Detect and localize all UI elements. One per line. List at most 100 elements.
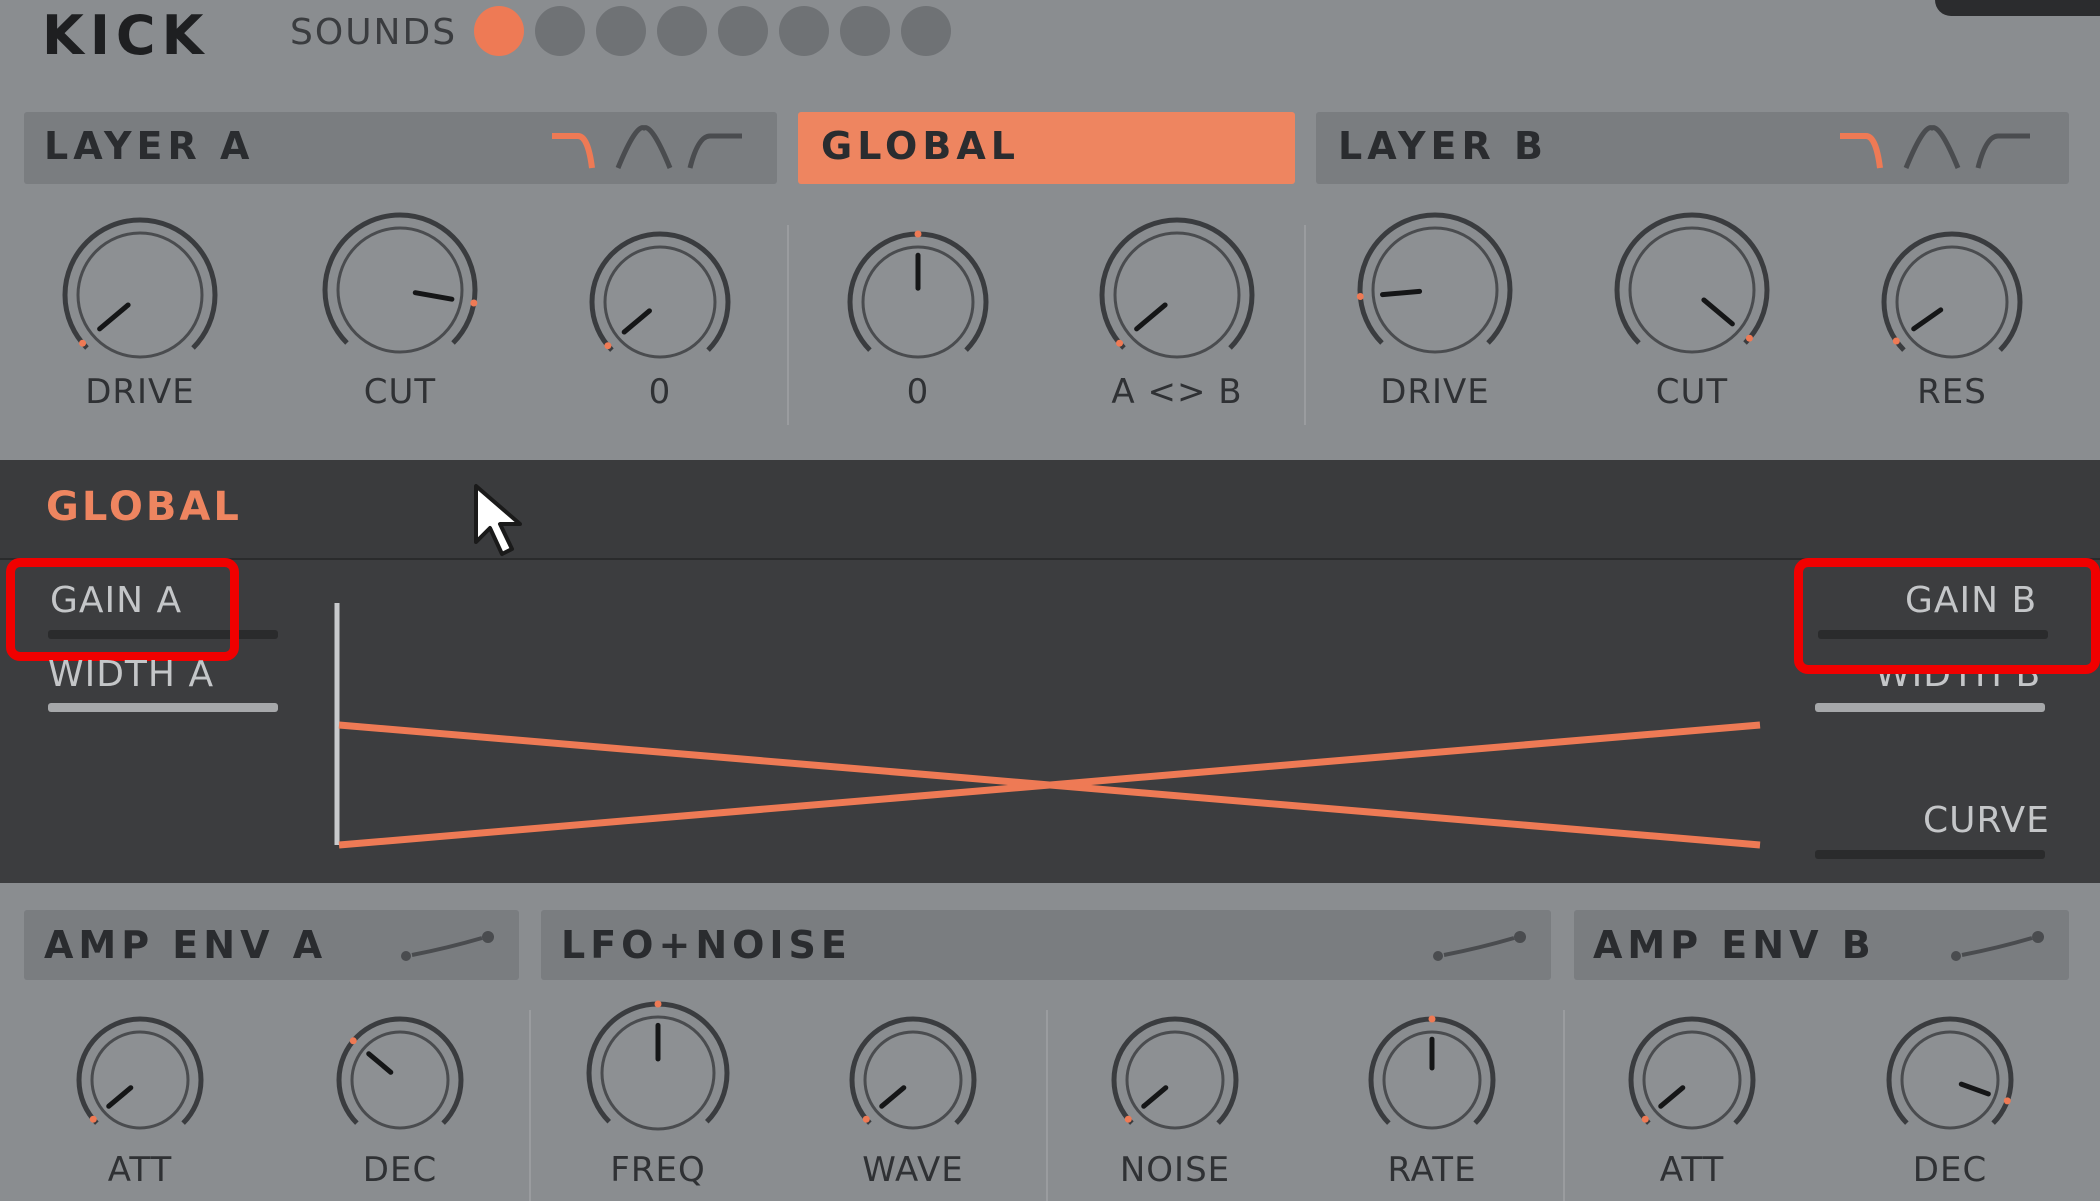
bottom-knob-7[interactable] xyxy=(1622,1010,1762,1150)
width-a-param[interactable]: WIDTH A xyxy=(48,654,214,695)
sound-slot-1[interactable] xyxy=(474,6,524,56)
top-knob-3[interactable] xyxy=(583,225,737,379)
bottom-knob-1[interactable] xyxy=(70,1010,210,1150)
sound-slot-8[interactable] xyxy=(901,6,951,56)
bottom-knob-1-label: ATT xyxy=(107,1150,173,1190)
divider xyxy=(1304,225,1306,425)
amp-env-a-label: AMP ENV A xyxy=(44,923,328,967)
top-knob-1[interactable] xyxy=(56,211,224,379)
knob-body xyxy=(1642,1030,1742,1130)
top-knob-4[interactable] xyxy=(841,225,995,379)
knob-body xyxy=(76,231,204,359)
layer-b-filter-icons xyxy=(1840,125,2030,169)
knob-body xyxy=(336,226,464,354)
bottom-knob-8[interactable] xyxy=(1880,1010,2020,1150)
top-knob-6[interactable] xyxy=(1351,206,1519,374)
highpass-icon[interactable] xyxy=(687,133,742,169)
envelope-curve-icon[interactable] xyxy=(1948,928,2048,968)
layer-a-label: LAYER A xyxy=(44,124,255,168)
bottom-knob-2-label: DEC xyxy=(362,1150,438,1190)
knob-value-marker xyxy=(1745,334,1753,342)
highpass-icon[interactable] xyxy=(1975,133,2030,169)
divider xyxy=(1563,1010,1565,1201)
gain-b-param-label: GAIN B xyxy=(1905,580,2038,621)
top-knob-3-label: 0 xyxy=(648,372,672,412)
top-knob-2[interactable] xyxy=(316,206,484,374)
sound-slot-4[interactable] xyxy=(657,6,707,56)
envelope-curve-icon[interactable] xyxy=(1430,928,1530,968)
lfo-noise-label: LFO+NOISE xyxy=(561,923,852,967)
knob-value-marker xyxy=(79,339,87,347)
top-knob-7-label: CUT xyxy=(1655,372,1729,412)
knob-value-marker xyxy=(654,1000,662,1008)
divider xyxy=(1046,1010,1048,1201)
bottom-knob-5[interactable] xyxy=(1105,1010,1245,1150)
mouse-cursor-icon xyxy=(474,484,522,556)
envelope-curve-icon[interactable] xyxy=(398,928,498,968)
layer-b-label: LAYER B xyxy=(1338,124,1548,168)
bottom-knob-8-label: DEC xyxy=(1912,1150,1988,1190)
top-knob-4-label: 0 xyxy=(906,372,930,412)
knob-value-marker xyxy=(914,230,922,238)
global-panel-title: GLOBAL xyxy=(46,484,242,530)
knob-body xyxy=(350,1030,450,1130)
sound-slot-2[interactable] xyxy=(535,6,585,56)
top-knob-8-label: RES xyxy=(1917,372,1987,412)
knob-body xyxy=(863,1030,963,1130)
lowpass-icon[interactable] xyxy=(1840,133,1883,169)
knob-body xyxy=(1371,226,1499,354)
global-panel-header xyxy=(0,460,2100,560)
knob-body xyxy=(1895,245,2009,359)
knob-value-marker xyxy=(1641,1115,1649,1123)
knob-value-marker xyxy=(470,299,478,307)
top-knob-5-label: A <> B xyxy=(1111,372,1243,412)
knob-body xyxy=(603,245,717,359)
bottom-knob-5-label: NOISE xyxy=(1119,1150,1231,1190)
knob-indicator xyxy=(1380,288,1423,298)
sound-slot-6[interactable] xyxy=(779,6,829,56)
bandpass-icon[interactable] xyxy=(1903,125,1961,169)
bottom-knob-3[interactable] xyxy=(580,995,736,1151)
layer-a-filter-icons xyxy=(552,125,742,169)
bottom-knob-4[interactable] xyxy=(843,1010,983,1150)
bottom-knob-6-label: RATE xyxy=(1387,1150,1477,1190)
top-knob-5[interactable] xyxy=(1093,211,1261,379)
top-knob-2-label: CUT xyxy=(363,372,437,412)
window-corner xyxy=(1935,0,2100,16)
knob-value-marker xyxy=(1428,1015,1436,1023)
knob-body xyxy=(1125,1030,1225,1130)
bottom-knob-2[interactable] xyxy=(330,1010,470,1150)
width-a-slider[interactable] xyxy=(48,703,278,712)
knob-value-marker xyxy=(1124,1115,1132,1123)
top-knob-8[interactable] xyxy=(1875,225,2029,379)
knob-value-marker xyxy=(1892,337,1900,345)
knob-value-marker xyxy=(89,1115,97,1123)
top-knob-1-label: DRIVE xyxy=(85,372,195,412)
knob-body xyxy=(1900,1030,2000,1130)
knob-body xyxy=(1113,231,1241,359)
curve-param[interactable]: CURVE xyxy=(1923,800,2050,841)
width-b-slider[interactable] xyxy=(1815,703,2045,712)
instrument-title: KICK xyxy=(42,4,210,67)
crossfade-curve-graph[interactable] xyxy=(325,595,1775,855)
amp-env-b-label: AMP ENV B xyxy=(1593,923,1876,967)
knob-body xyxy=(90,1030,190,1130)
sound-slot-5[interactable] xyxy=(718,6,768,56)
top-knob-7[interactable] xyxy=(1608,206,1776,374)
bottom-knob-6[interactable] xyxy=(1362,1010,1502,1150)
lowpass-icon[interactable] xyxy=(552,133,595,169)
sounds-label: SOUNDS xyxy=(290,12,458,53)
curve-slider[interactable] xyxy=(1815,850,2045,859)
bottom-knob-4-label: WAVE xyxy=(862,1150,964,1190)
top-knob-6-label: DRIVE xyxy=(1380,372,1490,412)
sound-slot-3[interactable] xyxy=(596,6,646,56)
bottom-knob-7-label: ATT xyxy=(1659,1150,1725,1190)
knob-value-marker xyxy=(2003,1097,2011,1105)
gain-b-slider-track xyxy=(1818,630,2048,639)
sound-slot-7[interactable] xyxy=(840,6,890,56)
knob-value-marker xyxy=(1356,293,1364,301)
divider xyxy=(787,225,789,425)
bottom-knob-3-label: FREQ xyxy=(610,1150,706,1190)
divider xyxy=(529,1010,531,1201)
bandpass-icon[interactable] xyxy=(615,125,673,169)
